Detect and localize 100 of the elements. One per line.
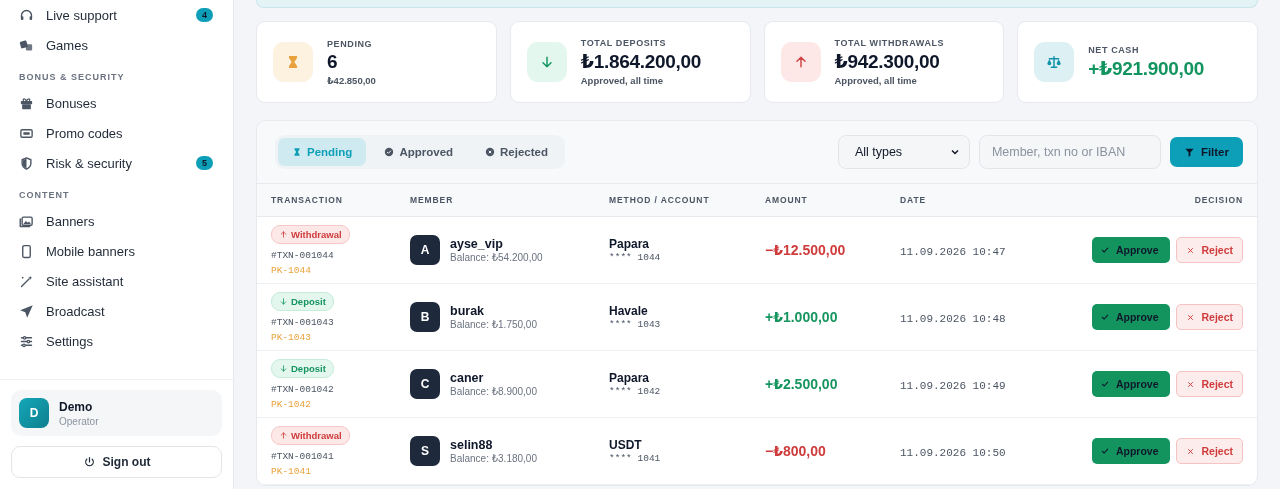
nav-item[interactable]: Promo codes [19,118,223,148]
hourglass-icon [292,147,302,157]
column-header: MEMBER [410,195,455,205]
transaction-number: #TXN-001041 [271,450,335,462]
nav-item[interactable]: Mobile banners [19,236,223,266]
account-number: **** 1042 [609,386,662,397]
magic-wand-icon [19,273,34,289]
close-icon [1186,379,1196,389]
account-number: **** 1041 [609,453,662,464]
arrow-down-icon [279,363,288,373]
transaction-date: 11.09.2026 10:47 [900,246,1006,258]
payment-method: Papara [609,371,651,385]
stat-value: ₺942.300,00 [834,50,941,73]
image-icon [19,213,34,229]
reference-code: PK-1042 [271,398,312,410]
scale-icon [1046,54,1063,70]
member-name: caner [450,371,485,385]
payment-method: USDT [609,438,643,452]
close-icon [1186,245,1196,255]
transaction-date: 11.09.2026 10:48 [900,313,1006,325]
type-badge: Withdrawal [271,425,350,445]
member-avatar: S [410,436,440,466]
member-balance: Balance: ₺8.900,00 [450,386,537,397]
check-icon [1099,446,1110,456]
nav-section-heading: BONUS & SECURITY [19,71,126,84]
shield-icon [19,155,34,171]
approve-button[interactable]: Approve [1091,304,1171,330]
search-field[interactable]: Member, txn no or IBAN [978,135,1161,169]
column-header: DATE [900,195,928,205]
column-header: AMOUNT [765,195,809,205]
sign-out-button[interactable]: Sign out [11,446,222,478]
filter-button[interactable]: Filter [1169,137,1243,167]
member-name: burak [450,304,486,318]
check-circle-icon [384,147,395,157]
reject-button[interactable]: Reject [1176,438,1243,464]
nav-item[interactable]: Settings [19,326,223,356]
x-circle-icon [485,147,496,157]
nav-item[interactable]: Broadcast [19,296,223,326]
reference-code: PK-1044 [271,264,312,276]
user-avatar: D [19,398,49,428]
sliders-icon [19,333,34,349]
reject-button[interactable]: Reject [1176,304,1243,330]
payment-method: Papara [609,237,651,251]
transaction-number: #TXN-001044 [271,249,335,261]
amount: +₺2.500,00 [765,376,838,392]
account-number: **** 1043 [609,319,662,330]
approve-button[interactable]: Approve [1091,371,1171,397]
phone-icon [19,243,34,259]
payment-method: Havale [609,304,649,318]
nav-item[interactable]: Bonuses [19,88,223,118]
transaction-date: 11.09.2026 10:50 [900,447,1006,459]
reference-code: PK-1043 [271,331,312,343]
member-balance: Balance: ₺54.200,00 [450,252,543,263]
stat-note: Approved, all time [580,75,665,86]
count-badge: 4 [196,8,213,22]
nav-item[interactable]: Games [19,30,223,60]
account-number: **** 1044 [609,252,662,263]
check-icon [1099,379,1110,389]
member-balance: Balance: ₺1.750,00 [450,319,537,330]
stat-value: ₺1.864.200,00 [580,50,701,73]
user-role: Operator [59,415,99,427]
stat-value: 6 [327,50,339,73]
nav-item[interactable]: Banners [19,206,223,236]
transaction-date: 11.09.2026 10:49 [900,380,1006,392]
funnel-icon [1183,146,1195,158]
nav-item[interactable]: Risk & security 5 [19,148,223,178]
arrow-up-icon [279,229,288,239]
nav-item[interactable]: Site assistant [19,266,223,296]
column-header: METHOD / ACCOUNT [609,195,711,205]
transaction-number: #TXN-001042 [271,383,335,395]
column-header: TRANSACTION [271,195,344,205]
type-badge: Deposit [271,358,334,378]
check-icon [1099,245,1110,255]
close-icon [1186,446,1196,456]
gift-icon [19,95,34,111]
type-badge: Deposit [271,291,334,311]
member-avatar: C [410,369,440,399]
count-badge: 5 [196,156,213,170]
check-icon [1099,312,1110,322]
stat-label: TOTAL WITHDRAWALS [834,38,945,48]
stat-label: NET CASH [1088,44,1141,55]
reject-button[interactable]: Reject [1176,371,1243,397]
user-name: Demo [59,399,94,414]
member-avatar: A [410,235,440,265]
nav-item[interactable]: Live support 4 [19,0,223,30]
approve-button[interactable]: Approve [1091,438,1171,464]
approve-button[interactable]: Approve [1091,237,1171,263]
member-name: ayse_vip [450,237,504,251]
stat-note: ₺42.850,00 [327,74,376,86]
reject-button[interactable]: Reject [1176,237,1243,263]
reference-code: PK-1041 [271,465,312,477]
amount: −₺800,00 [765,443,826,459]
column-header: DECISION [1194,195,1243,205]
close-icon [1186,312,1196,322]
status-tab[interactable]: Rejected [471,138,562,166]
status-tab[interactable]: Approved [370,138,468,166]
type-dropdown[interactable]: All types [837,135,970,169]
transaction-number: #TXN-001043 [271,316,335,328]
headset-icon [19,7,34,23]
member-name: selin88 [450,438,494,452]
